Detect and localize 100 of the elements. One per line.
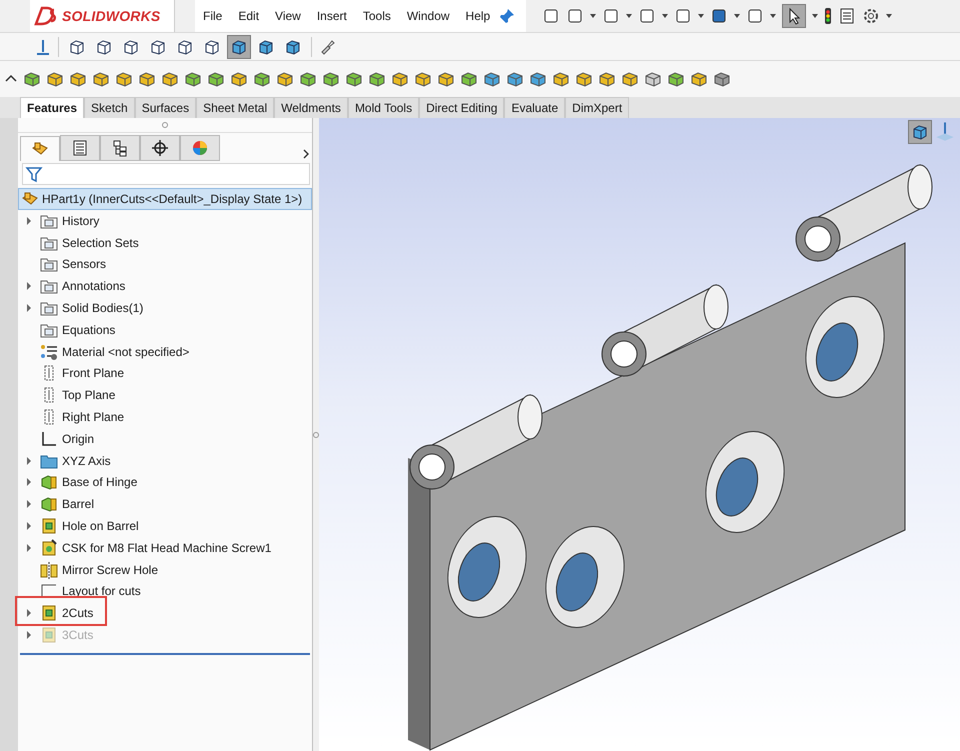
tree-item[interactable]: Base of Hinge bbox=[62, 475, 138, 490]
solid-shape-icon bbox=[644, 70, 662, 88]
extrude-icon bbox=[40, 495, 58, 514]
solid-shape-icon bbox=[253, 70, 271, 88]
wireframe-cube-icon bbox=[68, 38, 86, 56]
caret-icon bbox=[662, 13, 668, 19]
command-tab[interactable]: Features bbox=[20, 97, 84, 118]
grip-icon bbox=[162, 122, 168, 128]
menu-item[interactable]: File bbox=[195, 9, 230, 23]
pin-icon bbox=[498, 7, 516, 25]
tree-item[interactable]: Barrel bbox=[62, 497, 94, 512]
solid-shape-icon bbox=[690, 70, 708, 88]
property-list-icon bbox=[71, 139, 89, 157]
tree-root-label: HPart1y (InnerCuts<<Default>_Display State 1>) bbox=[42, 192, 302, 206]
traffic-light-icon bbox=[824, 7, 832, 25]
command-tab[interactable]: DimXpert bbox=[565, 97, 630, 118]
solid-shape-icon bbox=[230, 70, 248, 88]
grip-icon bbox=[313, 430, 319, 438]
shaded-cube-icon bbox=[230, 38, 248, 56]
solid-shape-icon bbox=[598, 70, 616, 88]
shaded-cube-icon bbox=[284, 38, 302, 56]
caret-icon bbox=[734, 13, 740, 19]
command-tab[interactable]: Mold Tools bbox=[348, 97, 420, 118]
menu-item[interactable]: Help bbox=[458, 9, 498, 23]
expand-arrow-icon bbox=[26, 216, 32, 225]
solid-shape-icon bbox=[529, 70, 547, 88]
tree-root-item[interactable]: HPart1y (InnerCuts<<Default>_Display State 1>) bbox=[18, 188, 312, 210]
view-orientation-button[interactable] bbox=[908, 120, 932, 144]
menu-item[interactable]: Insert bbox=[308, 9, 355, 23]
material-icon bbox=[40, 342, 58, 361]
solid-shape-icon bbox=[138, 70, 156, 88]
panel-tab[interactable] bbox=[20, 136, 60, 161]
expand-arrow-icon bbox=[26, 522, 32, 530]
caret-icon bbox=[812, 13, 818, 19]
expand-arrow-icon bbox=[26, 500, 32, 508]
tree-item[interactable]: 2Cuts bbox=[62, 606, 94, 620]
configuration-tree-icon bbox=[111, 139, 129, 157]
tree-item[interactable]: Equations bbox=[62, 322, 116, 337]
tree-item[interactable]: Right Plane bbox=[62, 410, 124, 424]
expand-arrow-icon bbox=[26, 456, 32, 465]
wireframe-cube-icon bbox=[176, 38, 194, 56]
wireframe-cube-icon bbox=[122, 38, 140, 56]
caret-icon bbox=[770, 13, 776, 19]
solid-shape-icon bbox=[345, 70, 363, 88]
tree-item[interactable]: Origin bbox=[62, 432, 94, 446]
command-tab[interactable]: Direct Editing bbox=[419, 97, 504, 118]
command-tab[interactable]: Sheet Metal bbox=[196, 97, 274, 118]
command-tab[interactable]: Evaluate bbox=[504, 97, 566, 118]
solid-shape-icon bbox=[207, 70, 225, 88]
caret-icon bbox=[590, 13, 596, 19]
tree-item[interactable]: Sensors bbox=[62, 257, 106, 272]
caret-icon bbox=[886, 13, 892, 19]
tree-item[interactable]: XYZ Axis bbox=[62, 454, 111, 468]
solid-shape-icon bbox=[391, 70, 409, 88]
solid-shape-icon bbox=[184, 70, 202, 88]
tree-item[interactable]: History bbox=[62, 214, 100, 228]
solid-shape-icon bbox=[713, 70, 731, 88]
solid-shape-icon bbox=[667, 70, 685, 88]
crosshair-icon bbox=[151, 139, 169, 157]
solid-shape-icon bbox=[115, 70, 133, 88]
tree-item[interactable]: Material <not specified> bbox=[62, 344, 190, 359]
axis-icon bbox=[34, 38, 52, 56]
solid-shape-icon bbox=[299, 70, 317, 88]
filter-field[interactable] bbox=[22, 163, 310, 185]
tree-item[interactable]: Solid Bodies(1) bbox=[62, 301, 144, 316]
menu-item[interactable]: View bbox=[267, 9, 309, 23]
menu-item[interactable]: Edit bbox=[230, 9, 268, 23]
tree-item[interactable]: Front Plane bbox=[62, 366, 124, 380]
tree-item[interactable]: Annotations bbox=[62, 279, 126, 294]
panel-tab[interactable] bbox=[100, 135, 140, 161]
tree-item[interactable]: Mirror Screw Hole bbox=[62, 562, 158, 577]
command-tab[interactable]: Sketch bbox=[84, 97, 135, 118]
solid-shape-icon bbox=[506, 70, 524, 88]
origin-icon bbox=[40, 430, 58, 448]
expand-arrow-icon bbox=[26, 282, 32, 290]
menu-item[interactable]: Tools bbox=[354, 9, 399, 23]
caret-icon bbox=[698, 13, 704, 19]
mirror-icon bbox=[40, 560, 58, 579]
solid-shape-icon bbox=[276, 70, 294, 88]
view-mode-button[interactable] bbox=[227, 34, 251, 58]
menu-item[interactable]: Window bbox=[398, 9, 458, 23]
solid-shape-icon bbox=[483, 70, 501, 88]
cut-feature-icon bbox=[40, 517, 58, 536]
panel-tab[interactable] bbox=[60, 135, 100, 161]
command-tab[interactable]: Surfaces bbox=[134, 97, 196, 118]
tree-item[interactable]: Layout for cuts bbox=[62, 584, 141, 598]
tree-item[interactable]: Hole on Barrel bbox=[62, 519, 139, 534]
tree-item[interactable]: Top Plane bbox=[62, 388, 116, 402]
tree-item[interactable]: CSK for M8 Flat Head Machine Screw1 bbox=[62, 540, 272, 555]
logo-text: SOLIDWORKS bbox=[62, 8, 160, 24]
solid-shape-icon bbox=[69, 70, 87, 88]
solid-shape-icon bbox=[161, 70, 179, 88]
solid-shape-icon bbox=[437, 70, 455, 88]
tree-item[interactable]: Selection Sets bbox=[62, 236, 139, 250]
select-tool-button[interactable] bbox=[782, 4, 806, 28]
panel-tab[interactable] bbox=[140, 135, 180, 161]
solid-shape-icon bbox=[575, 70, 593, 88]
appearance-icon bbox=[191, 139, 209, 157]
cut-feature-icon bbox=[40, 604, 58, 622]
command-tab[interactable]: Weldments bbox=[274, 97, 348, 118]
